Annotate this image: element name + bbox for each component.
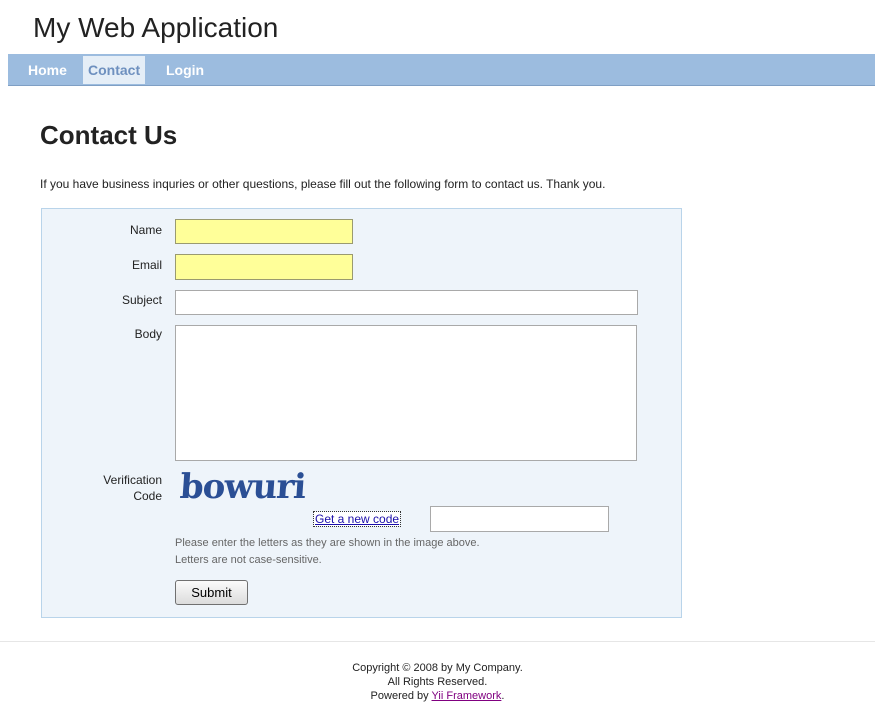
subject-field[interactable] [175,290,638,315]
contact-form: Name Email Subject Body Verification Cod… [41,208,682,618]
footer-divider [0,641,875,642]
powered-prefix: Powered by [370,690,429,702]
page-title: Contact Us [40,120,178,150]
yii-framework-link[interactable]: Yii Framework [432,690,502,702]
footer-copyright: Copyright © 2008 by My Company. [352,662,523,674]
submit-button[interactable]: Submit [175,580,248,605]
captcha-hint-line2: Letters are not case-sensitive. [175,554,322,566]
name-label: Name [129,223,162,237]
captcha-hint-line1: Please enter the letters as they are sho… [175,537,480,549]
footer-powered-by: Powered by Yii Framework. [0,689,875,703]
nav-item-home[interactable]: Home [23,56,72,84]
verification-label: Verification Code [42,472,162,504]
intro-text: If you have business inquries or other q… [40,177,606,191]
email-label: Email [131,258,162,272]
powered-suffix: . [501,690,505,702]
subject-label: Subject [121,293,162,307]
footer-rights: All Rights Reserved. [387,676,488,688]
verification-label-line2: Code [133,489,162,503]
name-field[interactable] [175,219,353,244]
body-label: Body [134,327,162,341]
main-navbar: Home Contact Login [8,54,875,86]
verification-label-line1: Verification [103,473,162,487]
email-field[interactable] [175,254,353,280]
captcha-image: bowuri [178,467,307,507]
nav-item-login[interactable]: Login [161,56,209,84]
footer: Copyright © 2008 by My Company. All Righ… [0,661,875,703]
nav-item-contact[interactable]: Contact [83,56,146,84]
app-title: My Web Application [33,12,279,43]
get-new-code-link[interactable]: Get a new code [312,511,402,527]
verification-code-field[interactable] [430,506,609,532]
body-textarea[interactable] [175,325,637,461]
